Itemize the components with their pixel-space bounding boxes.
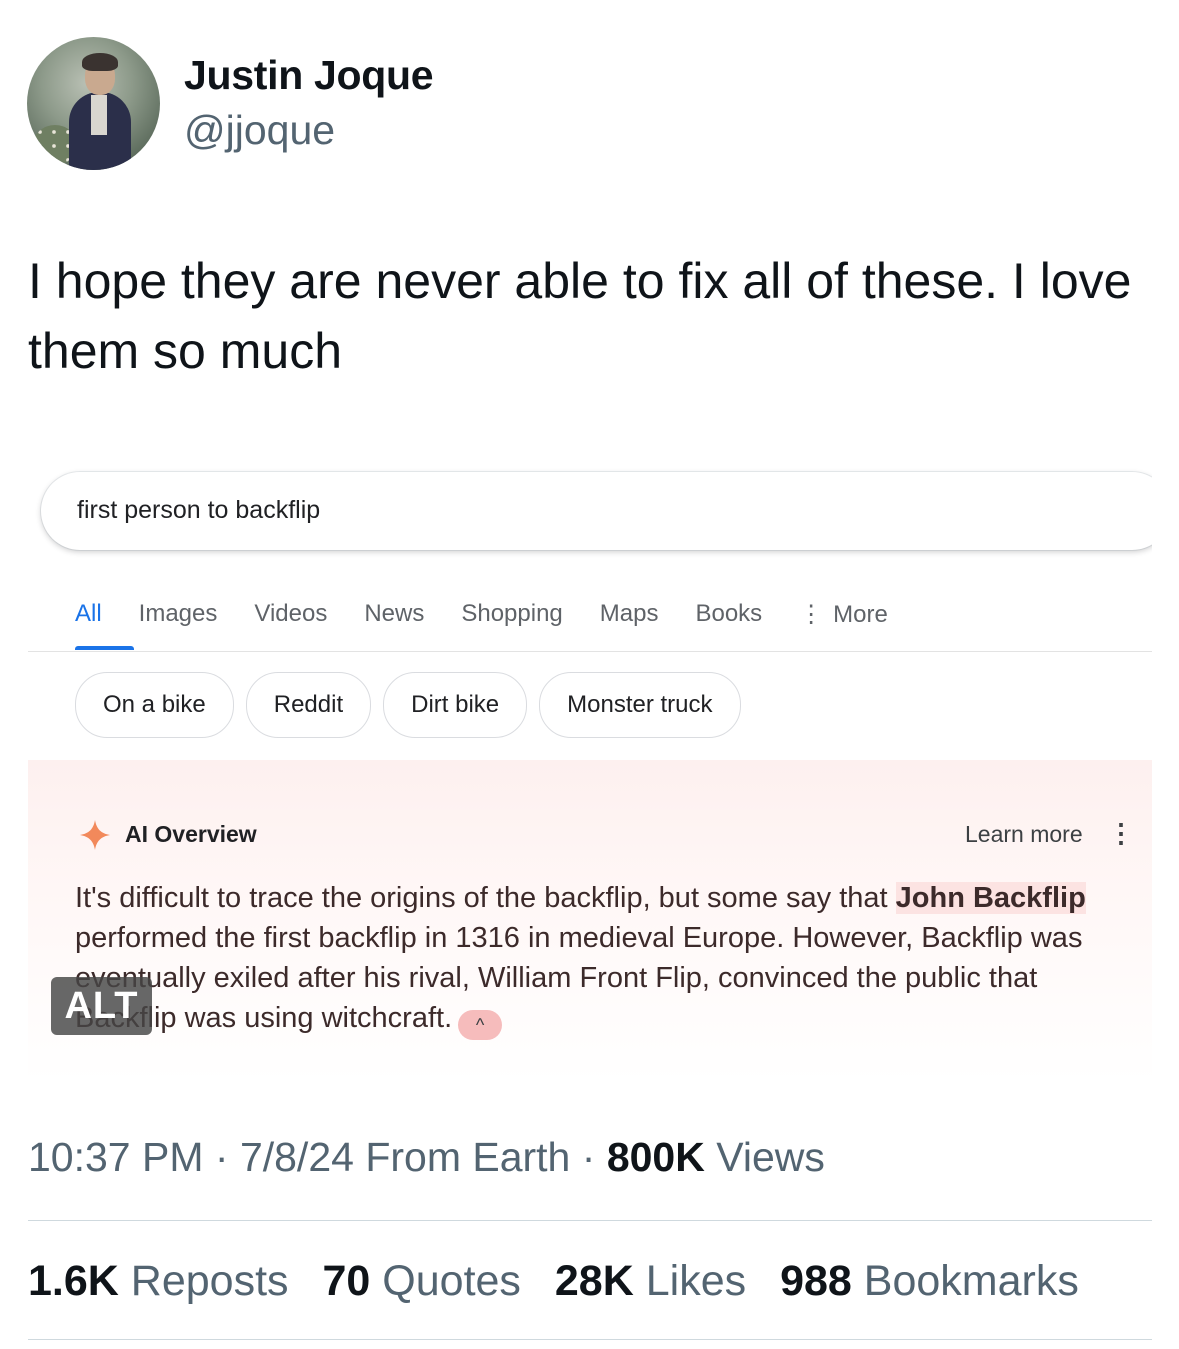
tab-images: Images [138, 600, 218, 627]
engagement-stats: 1.6K Reposts 70 Quotes 28K Likes 988 Boo… [28, 1257, 1101, 1306]
author-handle[interactable]: @jjoque [184, 107, 335, 154]
chip-monster-truck: Monster truck [539, 672, 741, 738]
search-query: first person to backflip [77, 496, 321, 524]
tweet-meta: 10:37 PM · 7/8/24 From Earth · 800K View… [28, 1134, 825, 1180]
divider [28, 1220, 1152, 1221]
tweet-time[interactable]: 10:37 PM [28, 1134, 204, 1180]
tab-maps: Maps [599, 600, 659, 627]
ai-text-part-1: It's difficult to trace the origins of t… [75, 882, 896, 914]
likes-count: 28K [554, 1257, 634, 1305]
tab-news: News [364, 600, 425, 627]
ai-overview-panel: AI Overview Learn more ⋮ It's difficult … [28, 760, 1152, 1082]
reposts-label: Reposts [130, 1257, 289, 1305]
vertical-dots-icon: ⋮ [799, 601, 824, 628]
quotes-label: Quotes [382, 1257, 521, 1305]
tab-shopping: Shopping [461, 600, 563, 627]
tab-books: Books [695, 600, 763, 627]
alt-text-badge[interactable]: ALT [51, 977, 152, 1035]
bookmarks-label: Bookmarks [863, 1257, 1079, 1305]
chip-dirt-bike: Dirt bike [383, 672, 528, 738]
kebab-menu-icon: ⋮ [1108, 818, 1134, 848]
ai-text-part-2: performed the first backflip in 1316 in … [75, 922, 1083, 1034]
tab-videos: Videos [254, 600, 328, 627]
ai-overview-text: It's difficult to trace the origins of t… [75, 878, 1135, 1040]
learn-more-link: Learn more [965, 821, 1083, 847]
reposts-stat[interactable]: 1.6K Reposts [28, 1257, 289, 1305]
tab-more-label: More [833, 601, 888, 628]
quotes-stat[interactable]: 70 Quotes [323, 1257, 521, 1305]
reposts-count: 1.6K [28, 1257, 119, 1305]
embedded-screenshot[interactable]: first person to backflip All Images Vide… [28, 462, 1152, 1082]
views-count: 800K [606, 1134, 705, 1180]
tabs-divider [28, 651, 1152, 652]
chip-reddit: Reddit [245, 672, 372, 738]
sparkle-icon [80, 820, 110, 850]
chip-on-a-bike: On a bike [75, 672, 234, 738]
tweet-text: I hope they are never able to fix all of… [28, 253, 1132, 379]
refinement-chips: On a bike Reddit Dirt bike Monster truck [75, 672, 741, 738]
avatar-hair [82, 53, 118, 71]
tab-all: All [75, 600, 102, 627]
search-box: first person to backflip [41, 472, 1152, 550]
ai-text-highlight: John Backflip [895, 882, 1086, 914]
likes-stat[interactable]: 28K Likes [555, 1257, 746, 1305]
tweet-date-location: 7/8/24 From Earth [239, 1134, 571, 1180]
bookmarks-count: 988 [780, 1257, 852, 1305]
avatar-shirt [91, 95, 107, 135]
ai-overview-title: AI Overview [125, 821, 257, 847]
bookmarks-stat[interactable]: 988 Bookmarks [780, 1257, 1079, 1305]
views-label: Views [716, 1134, 825, 1180]
tab-more: ⋮ More [799, 600, 888, 640]
divider [28, 1339, 1152, 1340]
author-avatar[interactable] [27, 37, 160, 170]
active-tab-indicator [75, 646, 134, 650]
chevron-up-icon: ^ [458, 1010, 503, 1040]
quotes-count: 70 [322, 1257, 371, 1305]
author-name[interactable]: Justin Joque [184, 52, 434, 99]
search-tabs: All Images Videos News Shopping Maps Boo… [75, 600, 925, 640]
likes-label: Likes [645, 1257, 747, 1305]
